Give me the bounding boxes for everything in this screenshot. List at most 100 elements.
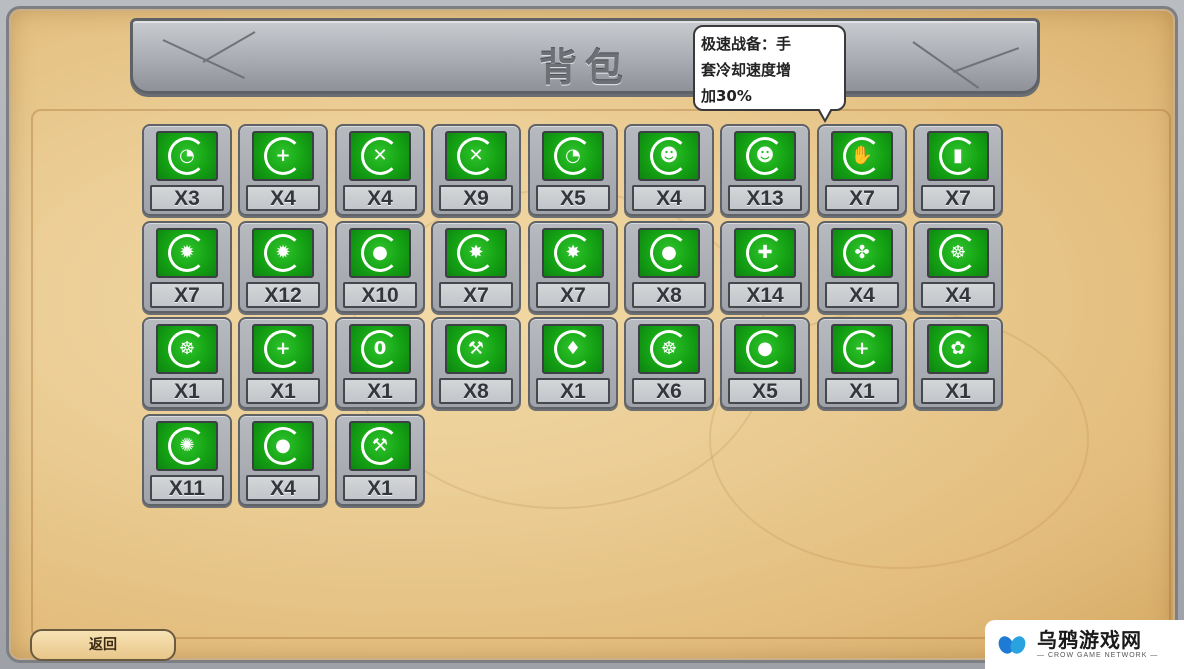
icon-glyph: ● — [650, 234, 688, 272]
item-count: X1 — [921, 378, 995, 404]
inventory-slot[interactable]: ● X8 — [624, 221, 714, 313]
inventory-slot[interactable]: ⚒ X1 — [335, 414, 425, 506]
icon-glyph: ✺ — [168, 427, 206, 465]
apple-double-plus-icon: ● — [252, 421, 314, 471]
item-count: X8 — [439, 378, 513, 404]
inventory-slot[interactable]: ☸ X6 — [624, 317, 714, 409]
inventory-slot[interactable]: ☸ X1 — [142, 317, 232, 409]
inventory-slot[interactable]: ☻ X4 — [624, 124, 714, 216]
icon-glyph: ✸ — [457, 234, 495, 272]
refresh-plus-icon: + — [252, 324, 314, 374]
inventory-slot[interactable]: ✕ X9 — [431, 124, 521, 216]
icon-glyph: + — [843, 330, 881, 368]
inventory-slot[interactable]: + X1 — [238, 317, 328, 409]
inventory-slot[interactable]: ✺ X11 — [142, 414, 232, 506]
chomper-icon: ☸ — [927, 228, 989, 278]
zero-icon: 0 — [349, 324, 411, 374]
item-count: X5 — [536, 185, 610, 211]
glove-minus-icon: ✋ — [831, 131, 893, 181]
tooltip-line: 加30% — [701, 87, 752, 105]
item-count: X7 — [825, 185, 899, 211]
icon-glyph: ♦ — [554, 330, 592, 368]
icon-glyph: ⚒ — [361, 427, 399, 465]
watermark-subtitle: — CROW GAME NETWORK — — [1037, 651, 1159, 659]
inventory-slot[interactable]: + X1 — [817, 317, 907, 409]
watermark: 乌鸦游戏网 — CROW GAME NETWORK — — [985, 620, 1184, 669]
item-tooltip: 极速战备：手 套冷却速度增 加30% — [693, 25, 846, 123]
item-count: X1 — [825, 378, 899, 404]
inventory-slot[interactable]: ● X10 — [335, 221, 425, 313]
inventory-slot[interactable]: ◔ X5 — [528, 124, 618, 216]
inventory-slot[interactable]: ⚒ X8 — [431, 317, 521, 409]
inventory-slot[interactable]: ✕ X4 — [335, 124, 425, 216]
stem-plus-icon: + — [831, 324, 893, 374]
seed-plus-icon: + — [252, 131, 314, 181]
item-count: X4 — [825, 282, 899, 308]
drop-icon: ♦ — [542, 324, 604, 374]
inventory-slot[interactable]: ✋ X7 — [817, 124, 907, 216]
item-count: X3 — [150, 185, 224, 211]
icon-glyph: ☻ — [650, 137, 688, 175]
item-count: X9 — [439, 185, 513, 211]
inventory-slot[interactable]: ☸ X4 — [913, 221, 1003, 313]
item-count: X4 — [632, 185, 706, 211]
icon-glyph: ◔ — [168, 137, 206, 175]
inventory-slot[interactable]: + X4 — [238, 124, 328, 216]
inventory-slot[interactable]: ✹ X7 — [142, 221, 232, 313]
inventory-slot[interactable]: ◔ X3 — [142, 124, 232, 216]
item-count: X4 — [246, 185, 320, 211]
item-count: X4 — [921, 282, 995, 308]
zombie-head-icon: ☻ — [638, 131, 700, 181]
apple-plus-icon: ● — [638, 228, 700, 278]
inventory-slot[interactable]: ✸ X7 — [431, 221, 521, 313]
icon-glyph: ✿ — [939, 330, 977, 368]
icon-glyph: ☻ — [746, 137, 784, 175]
icon-glyph: ⚒ — [457, 330, 495, 368]
inventory-slot[interactable]: ✚ X14 — [720, 221, 810, 313]
inventory-slot[interactable]: ♦ X1 — [528, 317, 618, 409]
item-count: X6 — [632, 378, 706, 404]
icon-glyph: + — [264, 137, 302, 175]
item-count: X10 — [343, 282, 417, 308]
bomb-plus-icon: ● — [349, 228, 411, 278]
sun-plus-icon: ✹ — [252, 228, 314, 278]
icon-glyph: ◔ — [554, 137, 592, 175]
item-count: X1 — [343, 378, 417, 404]
heart-plus-icon: ✚ — [734, 228, 796, 278]
page-title: 背包 — [538, 46, 631, 90]
spiky-plus-icon: ✸ — [445, 228, 507, 278]
item-count: X7 — [921, 185, 995, 211]
inventory-slot[interactable]: ☻ X13 — [720, 124, 810, 216]
inventory-slot[interactable]: ● X4 — [238, 414, 328, 506]
item-count: X7 — [439, 282, 513, 308]
icon-glyph: ● — [264, 427, 302, 465]
item-count: X4 — [246, 475, 320, 501]
item-count: X4 — [343, 185, 417, 211]
item-count: X5 — [728, 378, 802, 404]
item-count: X11 — [150, 475, 224, 501]
icon-glyph: ✕ — [457, 137, 495, 175]
icon-glyph: ☸ — [168, 330, 206, 368]
item-count: X12 — [246, 282, 320, 308]
item-count: X13 — [728, 185, 802, 211]
icon-glyph: ✹ — [168, 234, 206, 272]
back-button[interactable]: 返回 — [30, 629, 176, 661]
inventory-slot[interactable]: 0 X1 — [335, 317, 425, 409]
icon-glyph: ▮ — [939, 137, 977, 175]
inventory-slot[interactable]: ● X5 — [720, 317, 810, 409]
gear-sun-icon: ✺ — [156, 421, 218, 471]
sun-minus-icon: ✹ — [156, 228, 218, 278]
inventory-slot[interactable]: ✤ X4 — [817, 221, 907, 313]
flower-ring-icon: ✿ — [927, 324, 989, 374]
tools-icon: ⚒ — [349, 421, 411, 471]
inventory-slot[interactable]: ▮ X7 — [913, 124, 1003, 216]
hammer-minus-icon: ⚒ — [445, 324, 507, 374]
item-count: X7 — [150, 282, 224, 308]
inventory-slot[interactable]: ✹ X12 — [238, 221, 328, 313]
inventory-slot[interactable]: ✸ X7 — [528, 221, 618, 313]
icon-glyph: ● — [746, 330, 784, 368]
item-count: X8 — [632, 282, 706, 308]
inventory-slot[interactable]: ✿ X1 — [913, 317, 1003, 409]
icon-glyph: ☸ — [650, 330, 688, 368]
seed-launcher-cooldown-icon: ◔ — [542, 131, 604, 181]
